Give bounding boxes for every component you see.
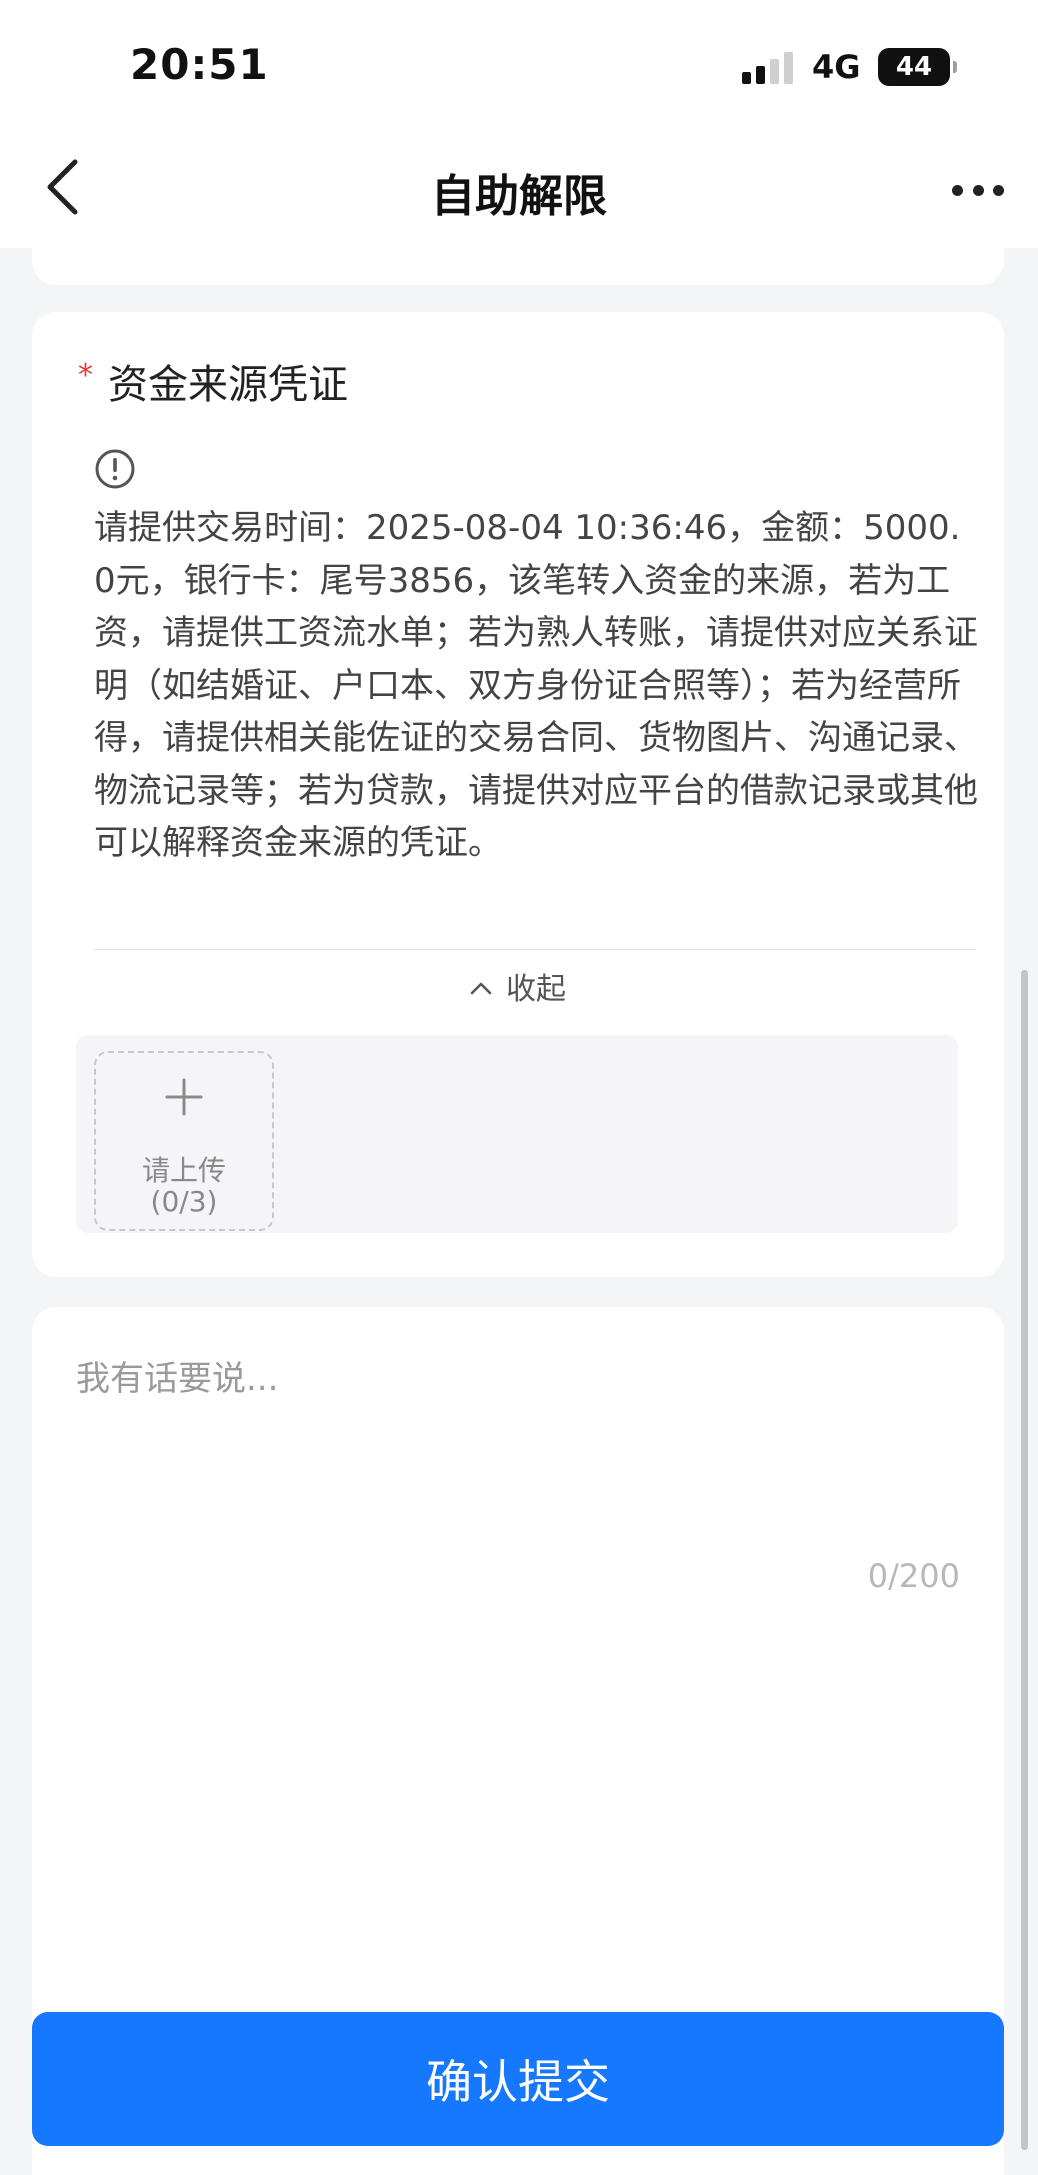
- section-title: 资金来源凭证: [108, 362, 348, 408]
- chevron-up-icon: [470, 982, 492, 995]
- battery-icon: 44: [878, 48, 957, 86]
- upload-area: 请上传 (0/3): [76, 1035, 958, 1233]
- status-bar: 20:51 4G 44: [0, 0, 1038, 130]
- page-title: 自助解限: [431, 171, 607, 222]
- collapse-label: 收起: [506, 972, 566, 1007]
- upload-count: (0/3): [150, 1185, 218, 1218]
- status-time: 20:51: [130, 40, 269, 89]
- signal-icon: [742, 52, 793, 84]
- fund-source-card: * 资金来源凭证 请提供交易时间：2025-08-04 10:36:46，金额：…: [32, 312, 1004, 1277]
- previous-card: [32, 230, 1004, 285]
- page: 20:51 4G 44 自助解限 * 资金来源凭证 请提供交易时间：2025-0…: [0, 0, 1038, 2175]
- comment-input[interactable]: [76, 1351, 956, 1531]
- exclamation-circle-icon: [95, 449, 135, 489]
- battery-level: 44: [895, 52, 933, 82]
- collapse-button[interactable]: 收起: [32, 964, 1004, 1008]
- upload-label: 请上传: [141, 1154, 226, 1187]
- requirement-description: 请提供交易时间：2025-08-04 10:36:46，金额：5000.0元，银…: [94, 508, 978, 863]
- char-counter: 0/200: [867, 1557, 960, 1595]
- upload-button[interactable]: 请上传 (0/3): [94, 1051, 274, 1231]
- divider: [94, 949, 976, 950]
- scrollbar[interactable]: [1021, 970, 1028, 2150]
- submit-button[interactable]: 确认提交: [32, 2012, 1004, 2146]
- more-dot-icon: [972, 184, 984, 196]
- required-mark: *: [78, 358, 93, 393]
- more-button[interactable]: [948, 160, 1008, 220]
- more-dot-icon: [952, 184, 963, 196]
- network-type: 4G: [812, 48, 861, 86]
- more-dot-icon: [993, 184, 1004, 196]
- plus-icon: [165, 1078, 203, 1116]
